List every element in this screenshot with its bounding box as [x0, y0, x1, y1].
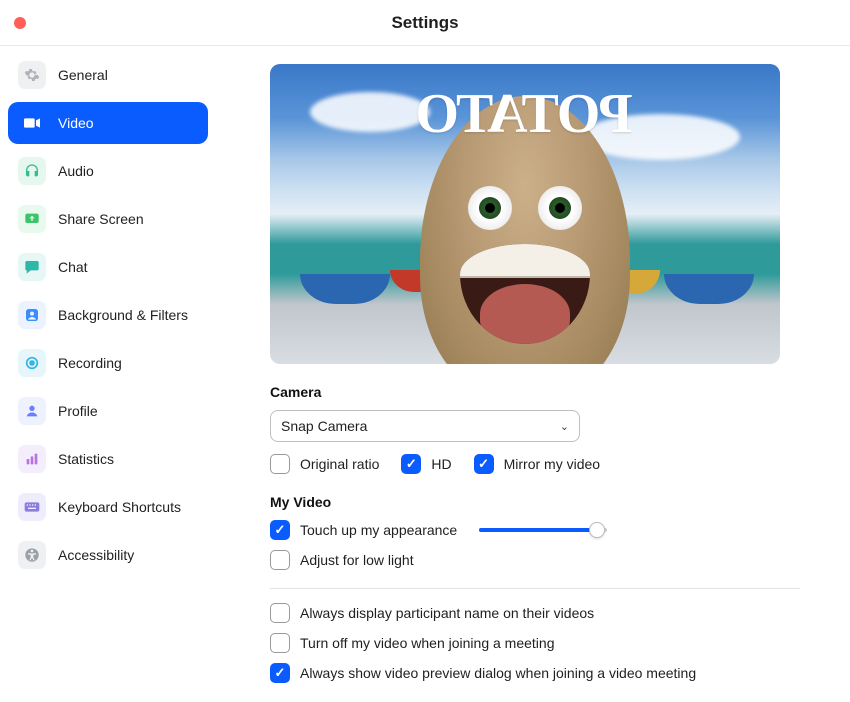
touch-up-slider[interactable]	[479, 528, 607, 532]
gear-icon	[18, 61, 46, 89]
sidebar-item-audio[interactable]: Audio	[8, 150, 208, 192]
mirror-video-checkbox[interactable]	[474, 454, 494, 474]
background-icon	[18, 301, 46, 329]
preview-overlay-text: POTATO	[270, 82, 780, 146]
sidebar-item-share-screen[interactable]: Share Screen	[8, 198, 208, 240]
sidebar-item-background-filters[interactable]: Background & Filters	[8, 294, 208, 336]
profile-icon	[18, 397, 46, 425]
sidebar-label: Keyboard Shortcuts	[58, 499, 181, 515]
video-preview: POTATO	[270, 64, 780, 364]
sidebar-label: Share Screen	[58, 211, 144, 227]
mirror-video-label: Mirror my video	[504, 456, 600, 472]
show-participant-name-checkbox[interactable]	[270, 603, 290, 623]
main-panel: POTATO Camera Snap Camera ⌄ Original rat…	[214, 46, 850, 702]
camera-section-label: Camera	[270, 384, 800, 400]
record-icon	[18, 349, 46, 377]
hd-label: HD	[431, 456, 451, 472]
sidebar-label: Chat	[58, 259, 88, 275]
keyboard-icon	[18, 493, 46, 521]
sidebar-label: Recording	[58, 355, 122, 371]
sidebar-item-general[interactable]: General	[8, 54, 208, 96]
statistics-icon	[18, 445, 46, 473]
sidebar-label: Background & Filters	[58, 307, 188, 323]
touch-up-label: Touch up my appearance	[300, 522, 457, 538]
sidebar-label: General	[58, 67, 108, 83]
sidebar-item-accessibility[interactable]: Accessibility	[8, 534, 208, 576]
sidebar: General Video Audio Share Screen Chat	[0, 46, 214, 702]
titlebar: Settings	[0, 0, 850, 46]
sidebar-item-recording[interactable]: Recording	[8, 342, 208, 384]
share-screen-icon	[18, 205, 46, 233]
content: General Video Audio Share Screen Chat	[0, 46, 850, 702]
low-light-checkbox[interactable]	[270, 550, 290, 570]
window-title: Settings	[0, 13, 850, 33]
low-light-label: Adjust for low light	[300, 552, 414, 568]
my-video-section-label: My Video	[270, 494, 800, 510]
divider	[270, 588, 800, 589]
show-preview-dialog-label: Always show video preview dialog when jo…	[300, 665, 696, 681]
turn-off-video-on-join-checkbox[interactable]	[270, 633, 290, 653]
headphones-icon	[18, 157, 46, 185]
sidebar-label: Accessibility	[58, 547, 134, 563]
show-preview-dialog-checkbox[interactable]	[270, 663, 290, 683]
sidebar-label: Profile	[58, 403, 98, 419]
chevron-down-icon: ⌄	[560, 420, 569, 433]
slider-thumb[interactable]	[589, 522, 605, 538]
touch-up-checkbox[interactable]	[270, 520, 290, 540]
show-participant-name-label: Always display participant name on their…	[300, 605, 594, 621]
sidebar-label: Audio	[58, 163, 94, 179]
original-ratio-label: Original ratio	[300, 456, 379, 472]
video-icon	[18, 109, 46, 137]
turn-off-video-on-join-label: Turn off my video when joining a meeting	[300, 635, 554, 651]
sidebar-label: Statistics	[58, 451, 114, 467]
sidebar-item-chat[interactable]: Chat	[8, 246, 208, 288]
chat-icon	[18, 253, 46, 281]
original-ratio-checkbox[interactable]	[270, 454, 290, 474]
sidebar-item-profile[interactable]: Profile	[8, 390, 208, 432]
sidebar-item-statistics[interactable]: Statistics	[8, 438, 208, 480]
accessibility-icon	[18, 541, 46, 569]
sidebar-item-keyboard-shortcuts[interactable]: Keyboard Shortcuts	[8, 486, 208, 528]
hd-checkbox[interactable]	[401, 454, 421, 474]
close-window-button[interactable]	[14, 17, 26, 29]
camera-select-value: Snap Camera	[281, 418, 367, 434]
sidebar-item-video[interactable]: Video	[8, 102, 208, 144]
camera-select[interactable]: Snap Camera ⌄	[270, 410, 580, 442]
sidebar-label: Video	[58, 115, 94, 131]
